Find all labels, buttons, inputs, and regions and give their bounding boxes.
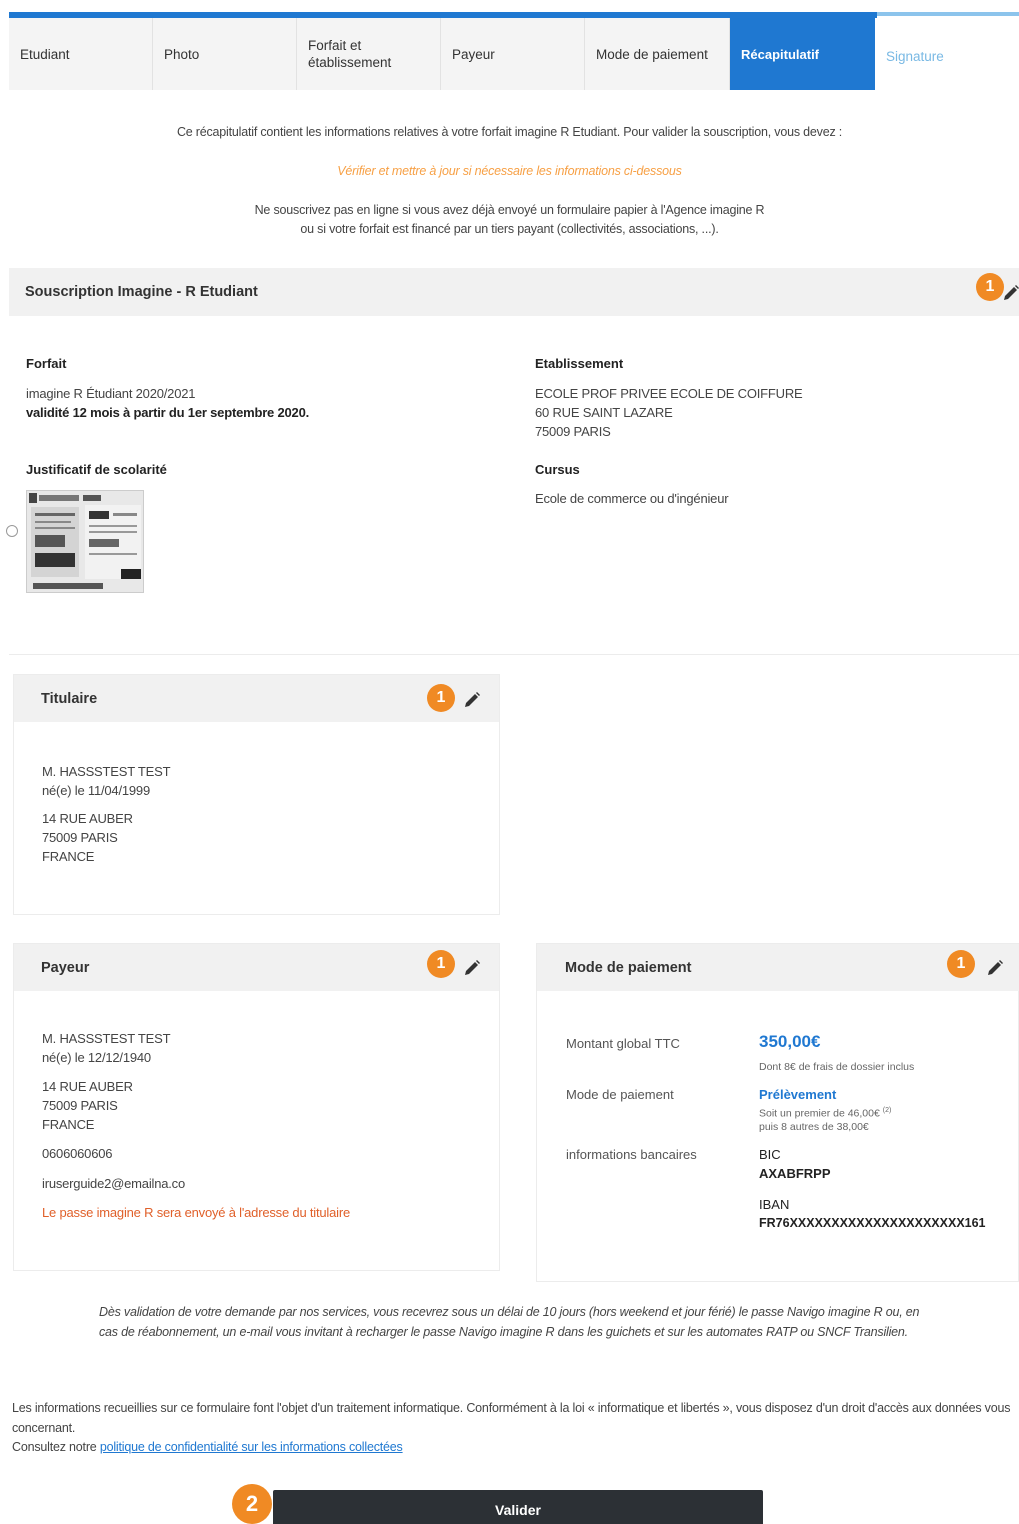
tab-photo[interactable]: Photo	[153, 12, 297, 90]
intro-note-2: ou si votre forfait est financé par un t…	[300, 222, 719, 236]
intro-text: Ce récapitulatif contient les informatio…	[176, 125, 843, 139]
etablissement-city: 75009 PARIS	[535, 424, 611, 439]
payeur-header: Payeur	[14, 944, 499, 991]
titulaire-title: Titulaire	[41, 690, 98, 707]
tab-mode-paiement[interactable]: Mode de paiement	[585, 12, 730, 90]
payeur-street: 14 RUE AUBER	[42, 1079, 133, 1094]
tab-etudiant[interactable]: Etudiant	[9, 12, 153, 90]
privacy-policy-link[interactable]: politique de confidentialité sur les inf…	[100, 1440, 403, 1454]
paiement-title: Mode de paiement	[565, 959, 692, 976]
divider	[9, 654, 1019, 655]
legal-text: Les informations recueillies sur ce form…	[12, 1399, 1012, 1458]
intro-warning: Vérifier et mettre à jour si nécessaire …	[337, 164, 682, 178]
subscription-title: Souscription Imagine - R Etudiant	[25, 284, 258, 300]
bic-label: BIC	[759, 1147, 781, 1162]
iban-value: FR76XXXXXXXXXXXXXXXXXXXXX161	[759, 1216, 986, 1230]
pencil-icon[interactable]	[985, 958, 1005, 978]
titulaire-name: M. HASSSTEST TEST	[42, 764, 171, 779]
legal-body: Les informations recueillies sur ce form…	[12, 1401, 1011, 1435]
bic-value: AXABFRPP	[759, 1166, 831, 1181]
etablissement-name: ECOLE PROF PRIVEE ECOLE DE COIFFURE	[535, 386, 803, 401]
step-badge: 1	[947, 950, 975, 978]
mode-label: Mode de paiement	[566, 1087, 674, 1102]
pencil-icon[interactable]	[1001, 283, 1019, 303]
justificatif-label: Justificatif de scolarité	[26, 462, 167, 477]
radio-button[interactable]	[6, 525, 18, 537]
subscription-header: Souscription Imagine - R Etudiant	[9, 268, 1019, 316]
payeur-email: iruserguide2@emailna.co	[42, 1176, 186, 1191]
titulaire-birth: né(e) le 11/04/1999	[42, 783, 150, 798]
step-badge: 2	[232, 1484, 272, 1524]
legal-consult: Consultez notre	[12, 1440, 100, 1454]
mode-note-1: Soit un premier de 46,00€ (2)	[759, 1104, 891, 1121]
mode-note-2: puis 8 autres de 38,00€	[759, 1121, 869, 1133]
tab-forfait[interactable]: Forfait et établissement	[297, 12, 441, 90]
tab-payeur[interactable]: Payeur	[441, 12, 585, 90]
etablissement-street: 60 RUE SAINT LAZARE	[535, 405, 673, 420]
iban-label: IBAN	[759, 1197, 790, 1212]
forfait-label: Forfait	[26, 356, 67, 371]
intro-note-1: Ne souscrivez pas en ligne si vous avez …	[254, 203, 765, 217]
payeur-birth: né(e) le 12/12/1940	[42, 1050, 151, 1065]
payeur-title: Payeur	[41, 959, 90, 976]
titulaire-city: 75009 PARIS	[42, 830, 118, 845]
titulaire-country: FRANCE	[42, 849, 95, 864]
delivery-notice: Dès validation de votre demande par nos …	[99, 1305, 920, 1339]
step-badge: 1	[427, 950, 455, 978]
progress-tabs: Etudiant Photo Forfait et établissement …	[9, 12, 1019, 90]
mode-note-1-text: Soit un premier de 46,00€	[759, 1107, 880, 1120]
validate-button[interactable]: Valider	[273, 1490, 763, 1524]
cursus-label: Cursus	[535, 462, 580, 477]
etablissement-label: Etablissement	[535, 356, 624, 371]
payeur-country: FRANCE	[42, 1117, 95, 1132]
forfait-validity: validité 12 mois à partir du 1er septemb…	[26, 405, 310, 420]
bank-label: informations bancaires	[566, 1147, 697, 1162]
step-badge: 1	[976, 273, 1004, 301]
titulaire-street: 14 RUE AUBER	[42, 811, 133, 826]
pencil-icon[interactable]	[462, 690, 482, 710]
payeur-city: 75009 PARIS	[42, 1098, 118, 1113]
pencil-icon[interactable]	[462, 958, 482, 978]
forfait-name: imagine R Étudiant 2020/2021	[26, 386, 196, 401]
tab-recapitulatif[interactable]: Récapitulatif	[730, 12, 875, 90]
cursus-value: Ecole de commerce ou d'ingénieur	[535, 491, 729, 506]
payeur-note: Le passe imagine R sera envoyé à l'adres…	[42, 1205, 350, 1220]
mode-note-sup: (2)	[882, 1107, 892, 1114]
justificatif-thumbnail[interactable]	[26, 490, 144, 593]
montant-value: 350,00€	[759, 1032, 821, 1051]
payeur-phone: 0606060606	[42, 1146, 113, 1161]
montant-label: Montant global TTC	[566, 1036, 680, 1051]
mode-value: Prélèvement	[759, 1087, 837, 1102]
tab-signature: Signature	[875, 12, 1019, 90]
payeur-name: M. HASSSTEST TEST	[42, 1031, 171, 1046]
montant-note: Dont 8€ de frais de dossier inclus	[759, 1061, 915, 1073]
step-badge: 1	[427, 684, 455, 712]
